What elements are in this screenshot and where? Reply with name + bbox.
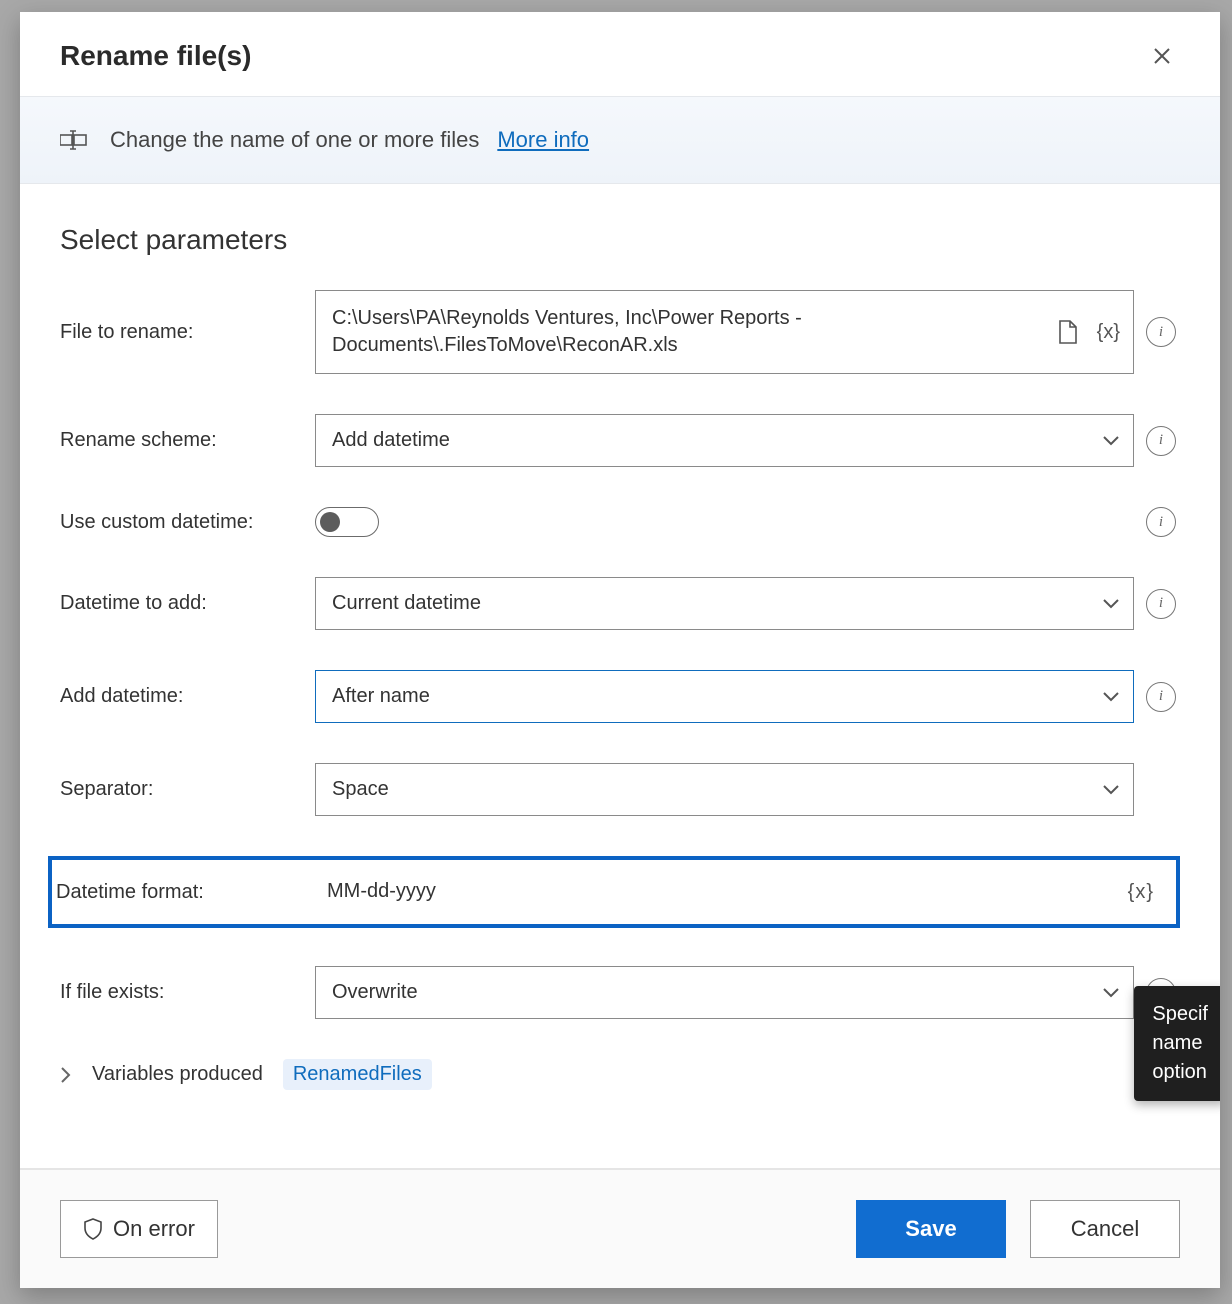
chevron-right-icon: [60, 1066, 72, 1084]
label-use-custom-datetime: Use custom datetime:: [60, 511, 315, 534]
label-datetime-to-add: Datetime to add:: [60, 592, 315, 615]
info-icon: i: [1159, 595, 1163, 612]
rename-icon: [60, 129, 92, 151]
section-title: Select parameters: [60, 224, 1180, 256]
row-datetime-to-add: Datetime to add: Current datetime i: [60, 577, 1180, 630]
save-label: Save: [905, 1216, 956, 1242]
variables-produced-row[interactable]: Variables produced RenamedFiles: [60, 1059, 1180, 1090]
add-datetime-select[interactable]: After name: [315, 670, 1134, 723]
control-file-to-rename: C:\Users\PA\Reynolds Ventures, Inc\Power…: [315, 290, 1134, 374]
close-button[interactable]: [1144, 38, 1180, 74]
dialog-body: Select parameters File to rename: C:\Use…: [20, 184, 1220, 1168]
info-icon: i: [1159, 324, 1163, 341]
rename-scheme-select[interactable]: Add datetime: [315, 414, 1134, 467]
separator-tooltip: Specif name option: [1134, 986, 1220, 1101]
row-separator: Separator: Space: [60, 763, 1180, 816]
control-add-datetime: After name: [315, 670, 1134, 723]
tooltip-line-2: name: [1152, 1029, 1208, 1058]
info-file-to-rename[interactable]: i: [1146, 317, 1176, 347]
on-error-label: On error: [113, 1216, 195, 1242]
info-icon: i: [1159, 514, 1163, 531]
label-add-datetime: Add datetime:: [60, 685, 315, 708]
row-if-file-exists: If file exists: Overwrite i: [60, 966, 1180, 1019]
dialog-footer: On error Save Cancel: [20, 1168, 1220, 1288]
info-icon: i: [1159, 432, 1163, 449]
row-file-to-rename: File to rename: C:\Users\PA\Reynolds Ven…: [60, 290, 1180, 374]
rename-files-dialog: Rename file(s) Change the name of one or…: [20, 12, 1220, 1288]
info-icon: i: [1159, 688, 1163, 705]
chevron-down-icon: [1102, 966, 1120, 1019]
control-rename-scheme: Add datetime: [315, 414, 1134, 467]
chevron-down-icon: [1102, 763, 1120, 816]
file-picker-icon[interactable]: [1057, 319, 1079, 345]
info-use-custom-datetime[interactable]: i: [1146, 507, 1176, 537]
save-button[interactable]: Save: [856, 1200, 1006, 1258]
variable-pill[interactable]: RenamedFiles: [283, 1059, 432, 1090]
on-error-button[interactable]: On error: [60, 1200, 218, 1258]
separator-select[interactable]: Space: [315, 763, 1134, 816]
chevron-down-icon: [1102, 577, 1120, 630]
cancel-label: Cancel: [1071, 1216, 1139, 1242]
chevron-down-icon: [1102, 414, 1120, 467]
control-datetime-format: MM-dd-yyyy {x}: [307, 866, 1168, 918]
row-add-datetime: Add datetime: After name i: [60, 670, 1180, 723]
info-text: Change the name of one or more files: [110, 127, 479, 153]
tooltip-line-1: Specif: [1152, 1000, 1208, 1029]
control-use-custom-datetime: [315, 507, 1134, 537]
row-rename-scheme: Rename scheme: Add datetime i: [60, 414, 1180, 467]
info-datetime-to-add[interactable]: i: [1146, 589, 1176, 619]
row-datetime-format-highlight: Datetime format: MM-dd-yyyy {x}: [48, 856, 1180, 928]
shield-icon: [83, 1217, 103, 1241]
variables-produced-label: Variables produced: [92, 1063, 263, 1086]
datetime-to-add-select[interactable]: Current datetime: [315, 577, 1134, 630]
label-file-to-rename: File to rename:: [60, 321, 315, 344]
footer-right-buttons: Save Cancel: [856, 1200, 1180, 1258]
info-band: Change the name of one or more files Mor…: [20, 96, 1220, 184]
dialog-title: Rename file(s): [60, 40, 251, 72]
tooltip-line-3: option: [1152, 1058, 1208, 1087]
row-use-custom-datetime: Use custom datetime: i: [60, 507, 1180, 537]
use-custom-datetime-toggle[interactable]: [315, 507, 379, 537]
variable-picker-icon[interactable]: {x}: [1097, 321, 1120, 344]
variable-picker-icon[interactable]: {x}: [1128, 881, 1154, 904]
label-separator: Separator:: [60, 778, 315, 801]
toggle-knob: [320, 512, 340, 532]
file-to-rename-input[interactable]: C:\Users\PA\Reynolds Ventures, Inc\Power…: [315, 290, 1134, 374]
more-info-link[interactable]: More info: [497, 127, 589, 153]
cancel-button[interactable]: Cancel: [1030, 1200, 1180, 1258]
chevron-down-icon: [1102, 670, 1120, 723]
control-if-file-exists: Overwrite: [315, 966, 1134, 1019]
info-rename-scheme[interactable]: i: [1146, 426, 1176, 456]
info-add-datetime[interactable]: i: [1146, 682, 1176, 712]
control-datetime-to-add: Current datetime: [315, 577, 1134, 630]
label-if-file-exists: If file exists:: [60, 981, 315, 1004]
label-rename-scheme: Rename scheme:: [60, 429, 315, 452]
datetime-format-input[interactable]: MM-dd-yyyy: [307, 866, 1168, 918]
close-icon: [1152, 46, 1172, 66]
control-separator: Space: [315, 763, 1134, 816]
row-datetime-format: Datetime format: MM-dd-yyyy {x}: [56, 866, 1168, 918]
if-file-exists-select[interactable]: Overwrite: [315, 966, 1134, 1019]
dialog-header: Rename file(s): [20, 12, 1220, 96]
label-datetime-format: Datetime format:: [56, 881, 307, 904]
